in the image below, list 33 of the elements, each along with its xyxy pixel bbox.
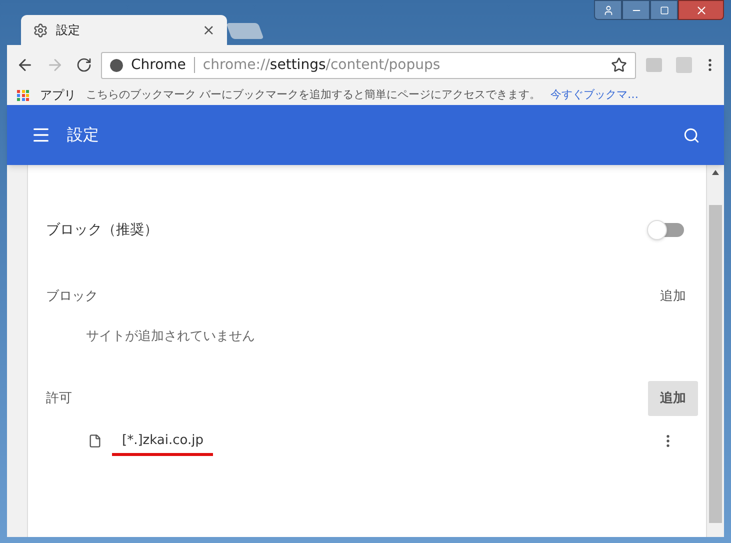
settings-title: 設定	[67, 124, 100, 146]
tab-close-button[interactable]: ×	[202, 22, 215, 38]
browser-tab[interactable]: 設定 ×	[21, 15, 227, 45]
url-text: chrome://settings/content/popups	[202, 56, 442, 74]
maximize-button[interactable]	[650, 0, 678, 20]
maximize-icon	[660, 6, 668, 14]
add-button[interactable]: 追加	[648, 380, 698, 416]
apps-link[interactable]: アプリ	[40, 86, 76, 104]
empty-message: サイトが追加されていません	[85, 328, 256, 346]
site-host: [*.]zkai.co.jp	[116, 430, 210, 450]
bookmark-star-icon[interactable]	[611, 57, 627, 73]
close-icon	[694, 4, 708, 16]
bookmark-now-link[interactable]: 今すぐブックマ…	[550, 86, 638, 104]
new-tab-button[interactable]	[226, 23, 264, 39]
section-title: ブロック	[46, 288, 98, 306]
tab-title: 設定	[56, 22, 81, 39]
address-bar[interactable]: Chrome chrome://settings/content/popups	[101, 52, 636, 78]
person-icon	[602, 4, 614, 16]
file-icon	[88, 434, 102, 448]
add-button[interactable]: 追加	[648, 279, 698, 315]
apps-grid-icon[interactable]	[17, 90, 30, 100]
bookmark-bar-message: こちらのブックマーク バーにブックマークを追加すると簡単にページにアクセスできます。	[86, 86, 540, 103]
search-icon[interactable]	[683, 126, 700, 144]
close-button[interactable]	[678, 0, 724, 20]
toggle-label: ブロック（推奨）	[46, 220, 159, 240]
reload-button[interactable]	[76, 57, 92, 73]
settings-icon	[33, 22, 48, 38]
toggle-switch[interactable]	[650, 223, 684, 237]
scroll-up-arrow-icon[interactable]	[712, 170, 719, 175]
origin-label: Chrome	[131, 56, 186, 74]
section-title: 許可	[46, 390, 72, 408]
profile-button[interactable]	[594, 0, 622, 20]
back-button[interactable]	[16, 56, 34, 74]
